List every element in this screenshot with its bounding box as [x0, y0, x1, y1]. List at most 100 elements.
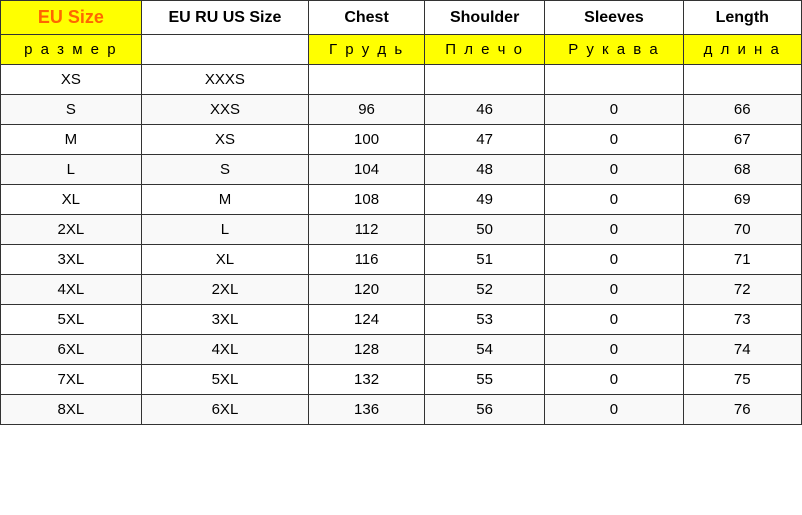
table-cell: 51 — [424, 245, 545, 275]
table-row: MXS10047067 — [1, 125, 802, 155]
table-cell: 3XL — [1, 245, 142, 275]
table-cell: 0 — [545, 335, 683, 365]
table-cell: 116 — [309, 245, 425, 275]
table-cell: 0 — [545, 95, 683, 125]
table-cell: 8XL — [1, 395, 142, 425]
table-cell: 104 — [309, 155, 425, 185]
table-cell: S — [1, 95, 142, 125]
table-cell — [683, 65, 801, 95]
table-cell: 6XL — [141, 395, 309, 425]
table-cell: L — [1, 155, 142, 185]
header-row: EU Size EU RU US Size Chest Shoulder Sle… — [1, 1, 802, 35]
table-cell: 0 — [545, 155, 683, 185]
table-row: SXXS9646066 — [1, 95, 802, 125]
table-cell: 53 — [424, 305, 545, 335]
table-cell: 56 — [424, 395, 545, 425]
eu-size-header: EU Size — [1, 1, 142, 35]
table-cell: 2XL — [141, 275, 309, 305]
table-row: XLM10849069 — [1, 185, 802, 215]
length-subheader: д л и н а — [683, 35, 801, 65]
table-cell: M — [1, 125, 142, 155]
table-cell: 0 — [545, 275, 683, 305]
table-cell: 0 — [545, 365, 683, 395]
table-cell: 108 — [309, 185, 425, 215]
table-cell: 5XL — [1, 305, 142, 335]
table-row: 6XL4XL12854074 — [1, 335, 802, 365]
table-cell: 67 — [683, 125, 801, 155]
table-cell: 128 — [309, 335, 425, 365]
other-size-header: EU RU US Size — [141, 1, 309, 35]
table-row: 5XL3XL12453073 — [1, 305, 802, 335]
table-row: 8XL6XL13656076 — [1, 395, 802, 425]
table-cell: 54 — [424, 335, 545, 365]
table-cell: 76 — [683, 395, 801, 425]
table-cell: S — [141, 155, 309, 185]
table-row: 4XL2XL12052072 — [1, 275, 802, 305]
table-cell — [309, 65, 425, 95]
shoulder-subheader: П л е ч о — [424, 35, 545, 65]
table-cell: 6XL — [1, 335, 142, 365]
table-row: 3XLXL11651071 — [1, 245, 802, 275]
table-cell: 0 — [545, 395, 683, 425]
table-cell: 100 — [309, 125, 425, 155]
table-cell — [545, 65, 683, 95]
table-row: LS10448068 — [1, 155, 802, 185]
table-cell: 75 — [683, 365, 801, 395]
table-cell: 70 — [683, 215, 801, 245]
table-cell: 72 — [683, 275, 801, 305]
table-cell: 48 — [424, 155, 545, 185]
table-cell: XXXS — [141, 65, 309, 95]
table-cell: 46 — [424, 95, 545, 125]
table-cell: L — [141, 215, 309, 245]
chest-subheader: Г р у д ь — [309, 35, 425, 65]
table-cell: 0 — [545, 125, 683, 155]
table-cell: 49 — [424, 185, 545, 215]
table-cell: 4XL — [1, 275, 142, 305]
sleeves-header: Sleeves — [545, 1, 683, 35]
table-cell: 132 — [309, 365, 425, 395]
sleeves-subheader: Р у к а в а — [545, 35, 683, 65]
table-cell: 120 — [309, 275, 425, 305]
table-cell: 52 — [424, 275, 545, 305]
table-cell: 55 — [424, 365, 545, 395]
table-cell: 69 — [683, 185, 801, 215]
table-cell: 74 — [683, 335, 801, 365]
table-cell: 5XL — [141, 365, 309, 395]
shoulder-header: Shoulder — [424, 1, 545, 35]
table-cell: 0 — [545, 305, 683, 335]
table-cell: 47 — [424, 125, 545, 155]
table-row: 7XL5XL13255075 — [1, 365, 802, 395]
subheader-row: р а з м е р Г р у д ь П л е ч о Р у к а … — [1, 35, 802, 65]
table-cell: 96 — [309, 95, 425, 125]
table-cell: 68 — [683, 155, 801, 185]
size-table: EU Size EU RU US Size Chest Shoulder Sle… — [0, 0, 802, 425]
table-cell: 136 — [309, 395, 425, 425]
table-cell: XS — [1, 65, 142, 95]
eu-size-subheader: р а з м е р — [1, 35, 142, 65]
table-cell: XL — [141, 245, 309, 275]
other-size-subheader — [141, 35, 309, 65]
table-cell: XXS — [141, 95, 309, 125]
table-cell: 3XL — [141, 305, 309, 335]
table-cell — [424, 65, 545, 95]
chest-header: Chest — [309, 1, 425, 35]
table-cell: 71 — [683, 245, 801, 275]
table-row: 2XLL11250070 — [1, 215, 802, 245]
table-cell: 0 — [545, 245, 683, 275]
table-body: XSXXXSSXXS9646066MXS10047067LS10448068XL… — [1, 65, 802, 425]
table-cell: 112 — [309, 215, 425, 245]
table-cell: 0 — [545, 185, 683, 215]
table-cell: XL — [1, 185, 142, 215]
table-row: XSXXXS — [1, 65, 802, 95]
table-cell: 2XL — [1, 215, 142, 245]
length-header: Length — [683, 1, 801, 35]
table-cell: 50 — [424, 215, 545, 245]
table-cell: 7XL — [1, 365, 142, 395]
table-cell: 0 — [545, 215, 683, 245]
table-cell: XS — [141, 125, 309, 155]
table-cell: 124 — [309, 305, 425, 335]
table-cell: 4XL — [141, 335, 309, 365]
table-cell: 66 — [683, 95, 801, 125]
table-cell: 73 — [683, 305, 801, 335]
table-cell: M — [141, 185, 309, 215]
